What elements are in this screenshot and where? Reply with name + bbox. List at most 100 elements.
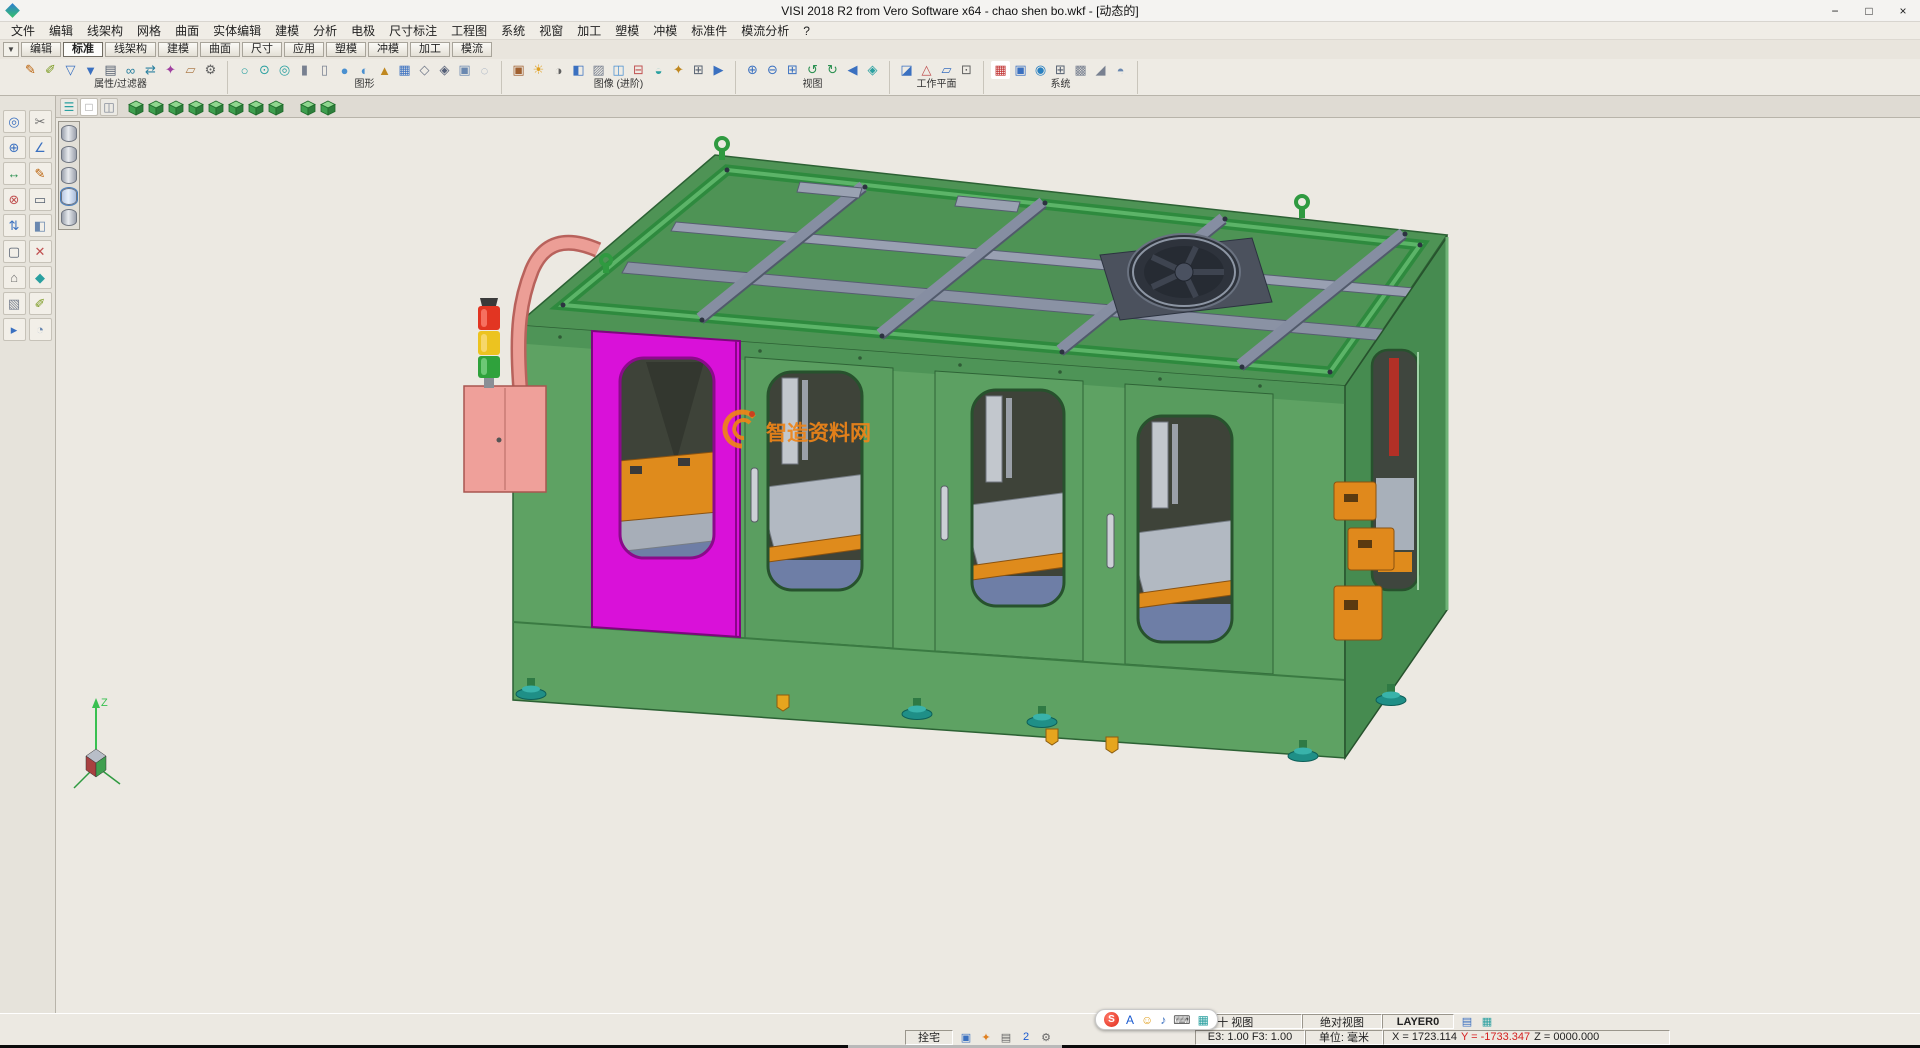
menu-item[interactable]: ? bbox=[796, 22, 817, 40]
capture-icon[interactable]: ⊞ bbox=[689, 61, 708, 79]
hatch-icon[interactable]: ▧ bbox=[3, 292, 26, 315]
menu-item[interactable]: 网格 bbox=[130, 22, 168, 40]
solid-icon[interactable]: ◆ bbox=[29, 266, 52, 289]
select-filter-4-icon[interactable] bbox=[61, 188, 77, 205]
print-icon[interactable]: ▤ bbox=[997, 1030, 1015, 1044]
play-icon[interactable]: ▸ bbox=[3, 318, 26, 341]
move-icon[interactable]: ↔ bbox=[3, 162, 26, 185]
view-list-icon[interactable]: ☰ bbox=[60, 98, 78, 116]
home-icon[interactable]: ⌂ bbox=[3, 266, 26, 289]
ribbon-tab[interactable]: 建模 bbox=[158, 42, 198, 57]
menu-item[interactable]: 标准件 bbox=[684, 22, 734, 40]
iso-view-icon[interactable]: ◈ bbox=[863, 61, 882, 79]
environment-icon[interactable]: ◒ bbox=[649, 61, 668, 79]
cylinder-icon[interactable]: ▮ bbox=[295, 61, 314, 79]
brush-properties-icon[interactable]: ✐ bbox=[41, 61, 60, 79]
sketch-icon[interactable]: ✎ bbox=[29, 162, 52, 185]
count-badge[interactable]: 2 bbox=[1017, 1030, 1035, 1044]
hidden-line-icon[interactable]: ◈ bbox=[435, 61, 454, 79]
workplane-align-icon[interactable]: ▱ bbox=[937, 61, 956, 79]
table-icon[interactable]: ⊞ bbox=[1051, 61, 1070, 79]
mirror-view-icon[interactable]: ◫ bbox=[609, 61, 628, 79]
screen-icon[interactable]: ▣ bbox=[957, 1030, 975, 1044]
view-shaded-icon[interactable] bbox=[318, 98, 336, 116]
layer-colors-icon[interactable]: ▤ bbox=[1458, 1015, 1476, 1029]
view-top-icon[interactable] bbox=[226, 98, 244, 116]
ime-logo-icon[interactable]: S bbox=[1104, 1012, 1119, 1027]
mesh-icon[interactable]: ▦ bbox=[395, 61, 414, 79]
frame-icon[interactable]: ▢ bbox=[3, 240, 26, 263]
menu-item[interactable]: 实体编辑 bbox=[206, 22, 268, 40]
ribbon-tab[interactable]: 线架构 bbox=[105, 42, 156, 57]
menu-item[interactable]: 视窗 bbox=[532, 22, 570, 40]
filter-icon[interactable]: ▽ bbox=[61, 61, 80, 79]
menu-item[interactable]: 模流分析 bbox=[734, 22, 796, 40]
link-attributes-icon[interactable]: ∞ bbox=[121, 61, 140, 79]
layers-icon[interactable]: ▤ bbox=[101, 61, 120, 79]
annotate-icon[interactable]: ✐ bbox=[29, 292, 52, 315]
rotate-left-icon[interactable]: ↺ bbox=[803, 61, 822, 79]
viewport-canvas[interactable]: 智造资料网 Z bbox=[56, 118, 1920, 1013]
menu-item[interactable]: 文件 bbox=[4, 22, 42, 40]
timer-icon[interactable]: ◔ bbox=[29, 318, 52, 341]
trim-icon[interactable]: ✂ bbox=[29, 110, 52, 133]
menu-item[interactable]: 尺寸标注 bbox=[382, 22, 444, 40]
workplane-new-icon[interactable]: △ bbox=[917, 61, 936, 79]
ribbon-tab[interactable]: 加工 bbox=[410, 42, 450, 57]
menu-item[interactable]: 塑模 bbox=[608, 22, 646, 40]
tab-overflow-button[interactable]: ▼ bbox=[3, 42, 19, 57]
snap-toggle-cell[interactable]: 拴宅 bbox=[905, 1030, 953, 1045]
solid-box-icon[interactable]: ▣ bbox=[455, 61, 474, 79]
ime-toolbox-icon[interactable]: ▦ bbox=[1198, 1013, 1209, 1027]
wireframe-icon[interactable]: ◇ bbox=[415, 61, 434, 79]
rotate-right-icon[interactable]: ↻ bbox=[823, 61, 842, 79]
pick-attribute-icon[interactable]: ✦ bbox=[161, 61, 180, 79]
slope-icon[interactable]: ◢ bbox=[1091, 61, 1110, 79]
blank-view-icon[interactable]: □ bbox=[80, 98, 98, 116]
cylinder-hollow-icon[interactable]: ▯ bbox=[315, 61, 334, 79]
ribbon-tab[interactable]: 曲面 bbox=[200, 42, 240, 57]
render-icon[interactable]: ✦ bbox=[669, 61, 688, 79]
maximize-button[interactable]: □ bbox=[1852, 0, 1886, 21]
ime-mode-letter[interactable]: A bbox=[1126, 1013, 1134, 1027]
select-filter-5-icon[interactable] bbox=[61, 209, 77, 226]
menu-item[interactable]: 线架构 bbox=[80, 22, 130, 40]
menu-item[interactable]: 工程图 bbox=[444, 22, 494, 40]
zoom-out-icon[interactable]: ⊖ bbox=[763, 61, 782, 79]
layer-cell[interactable]: LAYER0 bbox=[1382, 1014, 1454, 1029]
material-icon[interactable]: ◧ bbox=[569, 61, 588, 79]
grid-toggle-icon[interactable]: ▦ bbox=[1478, 1015, 1496, 1029]
select-filter-1-icon[interactable] bbox=[61, 125, 77, 142]
globe-icon[interactable]: ◉ bbox=[1031, 61, 1050, 79]
torus-icon[interactable]: ◎ bbox=[275, 61, 294, 79]
filter-apply-icon[interactable]: ▼ bbox=[81, 61, 100, 79]
view-iso-icon[interactable] bbox=[126, 98, 144, 116]
view-iso2-icon[interactable] bbox=[266, 98, 284, 116]
previous-view-icon[interactable]: ◀ bbox=[843, 61, 862, 79]
workplane-toggle-icon[interactable]: ⊡ bbox=[957, 61, 976, 79]
torch-icon[interactable]: ✦ bbox=[977, 1030, 995, 1044]
edit-properties-icon[interactable]: ✎ bbox=[21, 61, 40, 79]
circle-icon[interactable]: ○ bbox=[235, 61, 254, 79]
order-icon[interactable]: ⇅ bbox=[3, 214, 26, 237]
rectangle-icon[interactable]: ▭ bbox=[29, 188, 52, 211]
delete-point-icon[interactable]: ⊗ bbox=[3, 188, 26, 211]
close-button[interactable]: × bbox=[1886, 0, 1920, 21]
half-space-icon[interactable]: ◧ bbox=[29, 214, 52, 237]
split-view-icon[interactable]: ◫ bbox=[100, 98, 118, 116]
angle-icon[interactable]: ∠ bbox=[29, 136, 52, 159]
menu-item[interactable]: 曲面 bbox=[168, 22, 206, 40]
view-front-icon[interactable] bbox=[146, 98, 164, 116]
ime-keyboard-icon[interactable]: ⌨ bbox=[1173, 1013, 1190, 1027]
minimize-button[interactable]: − bbox=[1818, 0, 1852, 21]
ribbon-tab[interactable]: 模流 bbox=[452, 42, 492, 57]
view-left-icon[interactable] bbox=[186, 98, 204, 116]
point-icon[interactable]: ⊕ bbox=[3, 136, 26, 159]
snap-icon[interactable]: ◎ bbox=[3, 110, 26, 133]
ghost-view-icon[interactable]: ◌ bbox=[475, 61, 494, 79]
matrix-icon[interactable]: ▩ bbox=[1071, 61, 1090, 79]
ribbon-tab[interactable]: 尺寸 bbox=[242, 42, 282, 57]
ribbon-tab[interactable]: 标准 bbox=[63, 42, 103, 57]
swap-attributes-icon[interactable]: ⇄ bbox=[141, 61, 160, 79]
view-right-icon[interactable] bbox=[206, 98, 224, 116]
